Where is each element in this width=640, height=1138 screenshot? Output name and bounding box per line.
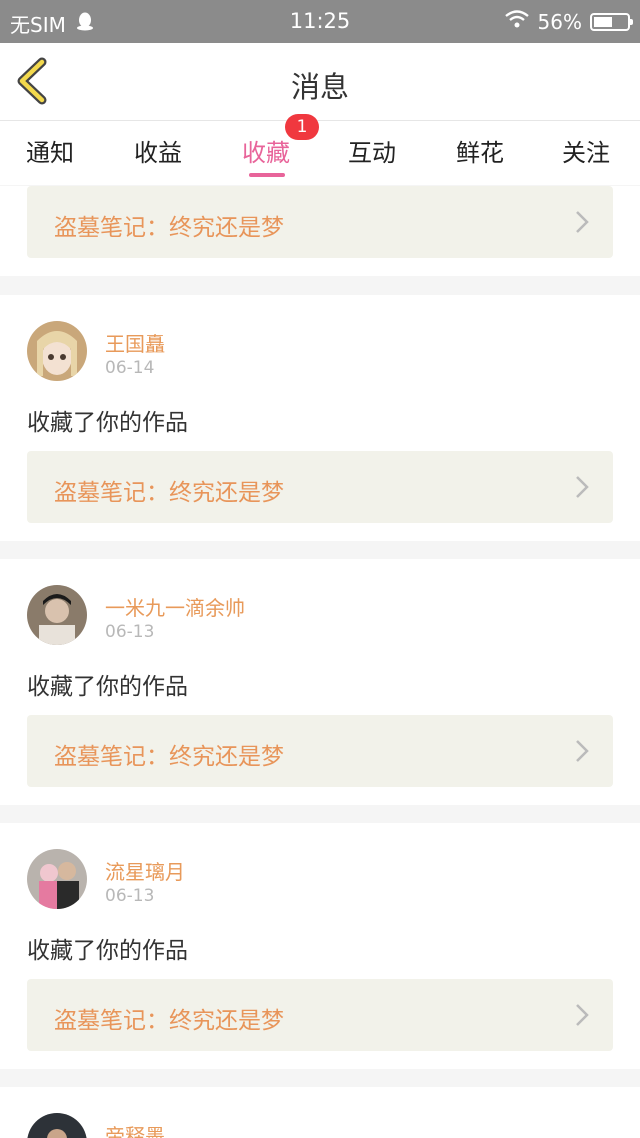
active-tab-indicator [249, 173, 285, 177]
tab-interactions[interactable]: 互动 [348, 133, 396, 168]
battery-icon [590, 12, 633, 31]
favorites-badge: 1 [285, 114, 319, 140]
page-title: 消息 [290, 70, 349, 104]
date: 06-14 [105, 358, 155, 378]
avatar[interactable] [27, 585, 87, 645]
user-name[interactable]: 流星璃月 [105, 856, 185, 885]
tab-bar: 通知 收益 收藏 互动 鲜花 关注 [0, 121, 640, 185]
tab-earnings[interactable]: 收益 [134, 133, 182, 168]
user-name[interactable]: 一米九一滴余帅 [105, 592, 245, 621]
navigation-bar: 消息 [0, 43, 640, 121]
work-title: 盗墓笔记：终究还是梦 [54, 215, 284, 241]
chevron-right-icon [576, 1004, 589, 1026]
avatar[interactable] [27, 1113, 87, 1138]
work-link[interactable]: 盗墓笔记：终究还是梦 [27, 451, 613, 523]
work-link[interactable]: 盗墓笔记：终究还是梦 [27, 979, 613, 1051]
avatar[interactable] [27, 321, 87, 381]
avatar[interactable] [27, 849, 87, 909]
message-card: 流星璃月 06-13 收藏了你的作品 盗墓笔记：终究还是梦 [0, 823, 640, 1069]
message-card: 盗墓笔记：终究还是梦 [0, 186, 640, 276]
message-card: 一米九一滴余帅 06-13 收藏了你的作品 盗墓笔记：终究还是梦 [0, 559, 640, 805]
work-link[interactable]: 盗墓笔记：终究还是梦 [27, 186, 613, 258]
tab-follows[interactable]: 关注 [562, 133, 610, 168]
battery-percent: 56% [537, 9, 582, 34]
work-title: 盗墓笔记：终究还是梦 [54, 1008, 284, 1034]
wifi-icon [504, 9, 530, 34]
tab-notifications[interactable]: 通知 [26, 133, 74, 168]
tab-flowers[interactable]: 鲜花 [456, 133, 504, 168]
work-title: 盗墓笔记：终究还是梦 [54, 480, 284, 506]
date: 06-13 [105, 886, 155, 906]
date: 06-13 [105, 622, 155, 642]
message-text: 收藏了你的作品 [27, 938, 188, 964]
message-card: 帝释墨 [0, 1087, 640, 1138]
tab-favorites[interactable]: 收藏 [242, 133, 290, 168]
work-title: 盗墓笔记：终究还是梦 [54, 744, 284, 770]
status-bar: 无SIM 11:25 56% [0, 0, 640, 43]
work-link[interactable]: 盗墓笔记：终究还是梦 [27, 715, 613, 787]
message-text: 收藏了你的作品 [27, 674, 188, 700]
message-card: 王国矗 06-14 收藏了你的作品 盗墓笔记：终究还是梦 [0, 295, 640, 541]
chevron-right-icon [576, 740, 589, 762]
user-name[interactable]: 王国矗 [105, 328, 165, 357]
message-text: 收藏了你的作品 [27, 410, 188, 436]
chevron-right-icon [576, 476, 589, 498]
user-name[interactable]: 帝释墨 [105, 1120, 165, 1138]
chevron-right-icon [576, 211, 589, 233]
